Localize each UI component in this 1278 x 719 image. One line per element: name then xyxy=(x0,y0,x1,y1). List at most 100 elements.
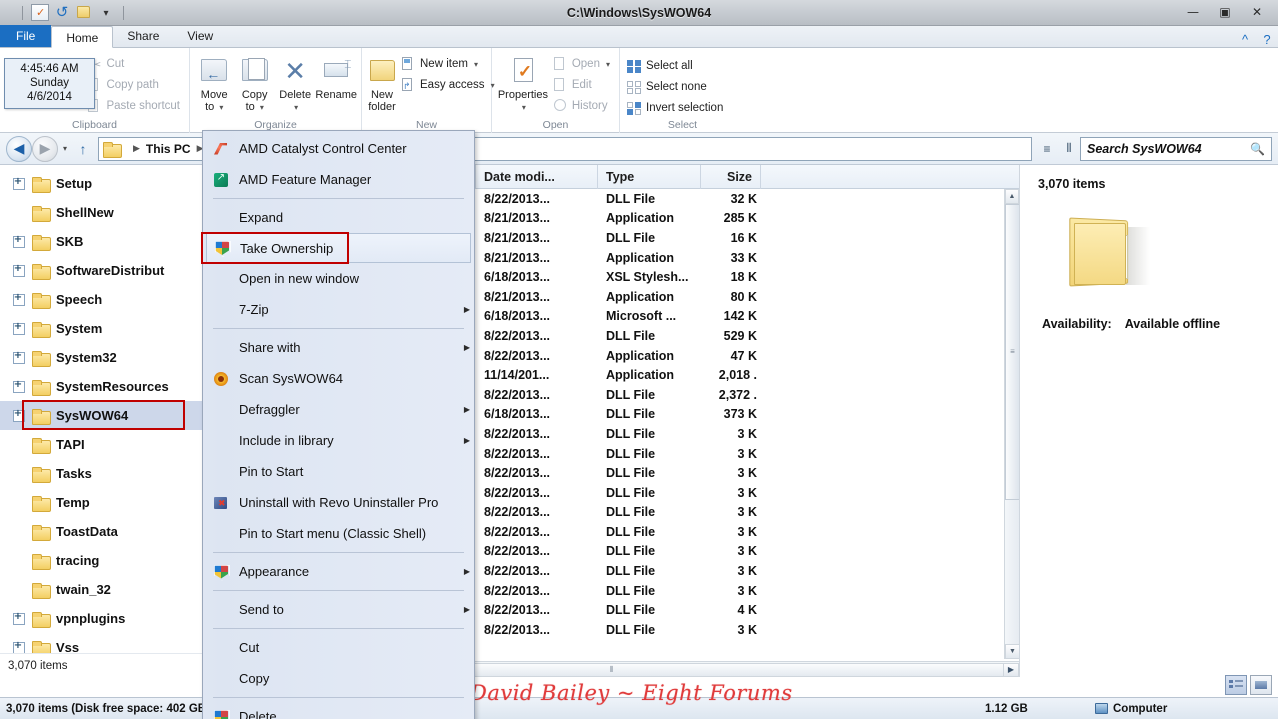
customize-chevron-icon[interactable]: ▾ xyxy=(97,4,115,21)
new-item-button[interactable]: New item ▾ xyxy=(398,54,500,74)
maximize-button[interactable]: ▣ xyxy=(1210,3,1240,21)
tree-item-softwaredistribut[interactable]: SoftwareDistribut xyxy=(0,256,203,285)
close-button[interactable]: ✕ xyxy=(1242,3,1272,21)
window-controls[interactable]: — ▣ ✕ xyxy=(1178,3,1272,21)
expand-icon[interactable] xyxy=(12,175,26,191)
new-folder-button[interactable]: New folder xyxy=(366,52,398,113)
open-caret-icon[interactable]: ▾ xyxy=(606,60,610,69)
file-list-vertical-scrollbar[interactable]: ▲ ≡ ▼ xyxy=(1004,189,1019,659)
new-folder-icon[interactable] xyxy=(75,4,93,21)
tab-view[interactable]: View xyxy=(173,25,227,47)
tree-item-shellnew[interactable]: ShellNew xyxy=(0,198,203,227)
delete-button[interactable]: ✕ Delete ▾ xyxy=(275,52,315,114)
menu-item-share-with[interactable]: Share with ▶ xyxy=(203,332,474,363)
search-icon[interactable]: 🔍 xyxy=(1250,142,1265,156)
tree-item-tracing[interactable]: tracing xyxy=(0,546,203,575)
paste-shortcut-button[interactable]: Paste shortcut xyxy=(84,96,185,116)
expand-icon[interactable] xyxy=(12,407,26,423)
tree-item-setup[interactable]: Setup xyxy=(0,169,203,198)
tree-item-toastdata[interactable]: ToastData xyxy=(0,517,203,546)
tree-item-system[interactable]: System xyxy=(0,314,203,343)
copy-to-button[interactable]: Copy to ▾ xyxy=(234,52,274,114)
breadcrumb-item-this-pc[interactable]: This PC xyxy=(146,142,191,156)
undo-icon[interactable]: ↺ xyxy=(53,4,71,21)
forward-button[interactable]: ▶ xyxy=(32,135,58,162)
tree-item-systemresources[interactable]: SystemResources xyxy=(0,372,203,401)
cut-button[interactable]: ✂ Cut xyxy=(84,54,185,74)
tab-home[interactable]: Home xyxy=(51,26,114,48)
expand-icon[interactable] xyxy=(12,349,26,365)
properties-icon[interactable]: ✓ xyxy=(31,4,49,21)
select-all-button[interactable]: Select all xyxy=(624,56,728,76)
context-menu[interactable]: AMD Catalyst Control Center AMD Feature M… xyxy=(201,130,475,719)
menu-item-appearance[interactable]: Appearance ▶ xyxy=(203,556,474,587)
expand-icon[interactable] xyxy=(12,291,26,307)
scroll-down-arrow-icon[interactable]: ▼ xyxy=(1005,644,1019,659)
history-button[interactable]: History xyxy=(550,96,615,116)
menu-item-7-zip[interactable]: 7-Zip ▶ xyxy=(203,294,474,325)
minimize-button[interactable]: — xyxy=(1178,3,1208,21)
menu-item-copy[interactable]: Copy xyxy=(203,663,474,694)
tree-item-tapi[interactable]: TAPI xyxy=(0,430,203,459)
tree-item-system32[interactable]: System32 xyxy=(0,343,203,372)
properties-button[interactable]: ✓ Properties ▾ xyxy=(496,52,550,114)
details-view-toggle[interactable] xyxy=(1225,675,1247,695)
quick-access-toolbar[interactable]: ✓ ↺ ▾ xyxy=(0,4,128,21)
copy-path-button[interactable]: Copy path xyxy=(84,75,185,95)
menu-item-scan-syswow64[interactable]: Scan SysWOW64 xyxy=(203,363,474,394)
menu-item-expand[interactable]: Expand xyxy=(203,202,474,233)
view-toggle-group[interactable] xyxy=(1225,675,1272,695)
new-item-caret-icon[interactable]: ▾ xyxy=(474,60,478,69)
navigation-pane[interactable]: Setup ShellNew SKB SoftwareDistribut Speech S… xyxy=(0,165,204,677)
open-button[interactable]: Open ▾ xyxy=(550,54,615,74)
scroll-right-arrow-icon[interactable]: ▶ xyxy=(1003,662,1019,677)
column-header-size[interactable]: Size xyxy=(701,165,761,189)
expand-icon[interactable] xyxy=(12,610,26,626)
menu-item-include-in-library[interactable]: Include in library ▶ xyxy=(203,425,474,456)
tree-item-tasks[interactable]: Tasks xyxy=(0,459,203,488)
menu-item-amd-feature-manager[interactable]: AMD Feature Manager xyxy=(203,164,474,195)
collapse-ribbon-icon[interactable]: ^ xyxy=(1234,32,1256,47)
column-header-date-modified[interactable]: Date modi... xyxy=(476,165,598,189)
previous-locations-icon[interactable]: ⦀ xyxy=(1058,141,1080,156)
menu-item-cut[interactable]: Cut xyxy=(203,632,474,663)
invert-selection-button[interactable]: Invert selection xyxy=(624,98,728,118)
expand-icon[interactable] xyxy=(12,378,26,394)
menu-item-take-ownership[interactable]: Take Ownership xyxy=(201,232,471,264)
select-none-button[interactable]: Select none xyxy=(624,77,728,97)
tree-item-twain-32[interactable]: twain_32 xyxy=(0,575,203,604)
column-header-type[interactable]: Type xyxy=(598,165,701,189)
tab-share[interactable]: Share xyxy=(113,25,173,47)
scroll-up-arrow-icon[interactable]: ▲ xyxy=(1005,189,1019,204)
up-button[interactable]: ↑ xyxy=(72,141,94,157)
folder-tree[interactable]: Setup ShellNew SKB SoftwareDistribut Speech S… xyxy=(0,165,203,677)
rename-button[interactable]: ⌶ Rename xyxy=(315,52,357,101)
menu-item-defraggler[interactable]: Defraggler ▶ xyxy=(203,394,474,425)
large-icons-view-toggle[interactable] xyxy=(1250,675,1272,695)
refresh-icon[interactable]: ≡ xyxy=(1036,142,1058,156)
tree-item-skb[interactable]: SKB xyxy=(0,227,203,256)
tree-item-speech[interactable]: Speech xyxy=(0,285,203,314)
expand-icon[interactable] xyxy=(12,262,26,278)
menu-item-delete[interactable]: Delete xyxy=(203,701,474,719)
ribbon-tabstrip[interactable]: File Home Share View ^ ? xyxy=(0,25,1278,48)
tree-item-vpnplugins[interactable]: vpnplugins xyxy=(0,604,203,633)
help-icon[interactable]: ? xyxy=(1256,32,1278,47)
tab-file[interactable]: File xyxy=(0,25,52,47)
menu-item-pin-to-start-menu-classic-shell[interactable]: Pin to Start menu (Classic Shell) xyxy=(203,518,474,549)
search-input[interactable]: Search SysWOW64 🔍 xyxy=(1080,136,1272,161)
menu-item-pin-to-start[interactable]: Pin to Start xyxy=(203,456,474,487)
tree-item-temp[interactable]: Temp xyxy=(0,488,203,517)
menu-item-amd-catalyst-control-center[interactable]: AMD Catalyst Control Center xyxy=(203,133,474,164)
move-to-button[interactable]: ← Move to ▾ xyxy=(194,52,234,114)
easy-access-button[interactable]: ↱ Easy access ▾ xyxy=(398,75,500,95)
expand-icon[interactable] xyxy=(12,320,26,336)
edit-button[interactable]: Edit xyxy=(550,75,615,95)
tree-item-syswow64[interactable]: SysWOW64 xyxy=(0,400,203,430)
breadcrumb-sep-0[interactable]: ▶ xyxy=(127,143,146,154)
menu-item-open-in-new-window[interactable]: Open in new window xyxy=(203,263,474,294)
expand-icon[interactable] xyxy=(12,233,26,249)
recent-locations-button[interactable]: ▾ xyxy=(58,144,72,153)
menu-item-send-to[interactable]: Send to ▶ xyxy=(203,594,474,625)
back-button[interactable]: ◀ xyxy=(6,135,32,162)
